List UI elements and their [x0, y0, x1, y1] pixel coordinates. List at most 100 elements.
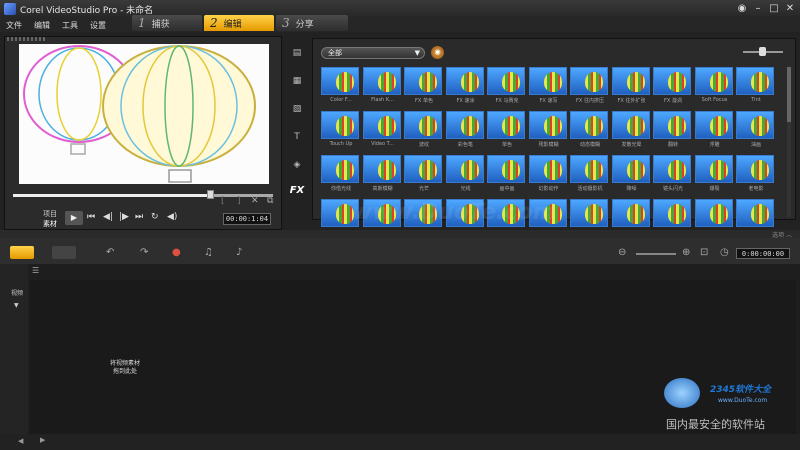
filter-item[interactable]: 爆裂: [694, 155, 735, 192]
filter-item[interactable]: 光线: [445, 155, 486, 192]
storyboard-view-button[interactable]: [10, 246, 34, 259]
timeline-timecode[interactable]: 0:00:00:00: [736, 248, 790, 259]
filter-item[interactable]: 降噪: [611, 155, 652, 192]
split-icon[interactable]: ✕: [251, 196, 259, 206]
filter-item[interactable]: 光芒: [404, 155, 444, 192]
mark-in-icon[interactable]: [: [221, 196, 225, 206]
panel-grip[interactable]: [7, 37, 47, 41]
repeat-icon[interactable]: ↻: [151, 212, 159, 222]
filter-item[interactable]: FX 速涂: [445, 67, 486, 104]
track-list-icon[interactable]: ☰: [32, 266, 39, 275]
filter-thumbnail: [736, 199, 774, 227]
filter-item[interactable]: FX 往内挤压: [570, 67, 610, 104]
home-icon[interactable]: ⏮: [87, 212, 95, 222]
media-icon[interactable]: ▤: [288, 46, 306, 60]
filter-item[interactable]: [653, 199, 693, 229]
filter-item[interactable]: 幻影动作: [528, 155, 569, 192]
filter-item[interactable]: FX 往外扩张: [611, 67, 652, 104]
menu-tools[interactable]: 工具: [56, 20, 84, 31]
auto-music-icon[interactable]: ♪: [236, 247, 242, 258]
enlarge-icon[interactable]: ⧉: [267, 196, 273, 206]
redo-icon[interactable]: ↷: [140, 247, 148, 258]
filter-item[interactable]: 发散光晕: [611, 111, 652, 148]
filter-item[interactable]: [736, 199, 776, 229]
filter-item[interactable]: 波纹: [404, 111, 444, 148]
scrub-bar[interactable]: [13, 190, 273, 199]
filter-item[interactable]: FX 漩涡: [653, 67, 693, 104]
mode-clip[interactable]: 素材: [43, 219, 57, 229]
fit-project-icon[interactable]: ⊡: [700, 247, 708, 258]
play-button[interactable]: ▶: [65, 211, 83, 225]
volume-icon[interactable]: ◀): [167, 212, 177, 222]
filter-item[interactable]: [570, 199, 610, 229]
preview-timecode[interactable]: 00:00:1:04: [223, 213, 271, 225]
prev-frame-icon[interactable]: ◀|: [103, 212, 113, 222]
filter-item[interactable]: FX 单色: [404, 67, 444, 104]
filter-item[interactable]: Tint: [736, 67, 776, 103]
filter-item[interactable]: 镜头闪光: [653, 155, 693, 192]
filter-item[interactable]: 活动摄影机: [570, 155, 610, 192]
filter-item[interactable]: FX 马赛克: [487, 67, 527, 104]
close-button[interactable]: ✕: [782, 1, 798, 17]
zoom-in-icon[interactable]: ⊕: [682, 247, 690, 258]
filter-item[interactable]: [694, 199, 735, 229]
tab-capture[interactable]: 1 捕获: [132, 15, 202, 31]
filter-item[interactable]: 翻转: [653, 111, 693, 148]
menu-edit[interactable]: 编辑: [28, 20, 56, 31]
category-select[interactable]: 全部 ▼: [321, 47, 425, 59]
filter-item[interactable]: 彩色笔: [445, 111, 486, 148]
thumb-size-handle[interactable]: [759, 47, 766, 56]
filter-item[interactable]: 动态模糊: [570, 111, 610, 148]
graphic-icon[interactable]: ◈: [288, 158, 306, 172]
scroll-right-icon[interactable]: ▶: [40, 436, 45, 444]
scroll-left-icon[interactable]: ◀: [18, 437, 23, 445]
filter-item[interactable]: 残影模糊: [528, 111, 569, 148]
instant-project-icon[interactable]: ▦: [288, 74, 306, 88]
mode-project[interactable]: 项目: [43, 209, 57, 219]
undo-icon[interactable]: ↶: [106, 247, 114, 258]
filter-item[interactable]: 油画: [736, 111, 776, 148]
browse-icon[interactable]: ◉: [431, 46, 444, 59]
menu-settings[interactable]: 设置: [84, 20, 112, 31]
library-scrollbar[interactable]: [787, 67, 791, 217]
filter-item[interactable]: 浮雕: [694, 111, 735, 148]
filter-item[interactable]: Video T...: [362, 111, 403, 147]
chevron-down-icon[interactable]: ▼: [14, 302, 19, 309]
record-icon[interactable]: ●: [172, 247, 181, 258]
tab-edit[interactable]: 2 编辑: [204, 15, 274, 31]
scrub-handle[interactable]: [207, 190, 214, 199]
transition-icon[interactable]: ▧: [288, 102, 306, 116]
filter-item[interactable]: 你借光线: [321, 155, 361, 192]
filter-thumbnail: [611, 199, 650, 227]
filter-item[interactable]: 画中画: [487, 155, 527, 192]
filter-thumbnail: [404, 155, 442, 183]
minimize-button[interactable]: –: [750, 1, 766, 17]
mark-out-icon[interactable]: ]: [237, 196, 241, 206]
tab-share[interactable]: 3 分享: [276, 15, 348, 31]
timeline-view-button[interactable]: [52, 246, 76, 259]
filter-label: FX 漩涡: [664, 98, 682, 104]
help-icon[interactable]: ◉: [734, 1, 750, 17]
menu-file[interactable]: 文件: [0, 20, 28, 31]
title-icon[interactable]: T: [288, 130, 306, 144]
filter-item[interactable]: 单色: [487, 111, 527, 148]
filter-fx-icon[interactable]: FX: [288, 184, 306, 198]
filter-item[interactable]: Flash K...: [362, 67, 403, 103]
zoom-out-icon[interactable]: ⊖: [618, 247, 626, 258]
filter-thumbnail: [487, 155, 525, 183]
filter-item[interactable]: [611, 199, 652, 229]
library-scrollbar-thumb[interactable]: [787, 67, 791, 122]
maximize-button[interactable]: □: [766, 1, 782, 17]
filter-label: 浮雕: [709, 142, 720, 148]
filter-item[interactable]: Color F...: [321, 67, 361, 103]
filter-item[interactable]: 老电影: [736, 155, 776, 192]
filter-thumbnail: [611, 155, 650, 183]
end-icon[interactable]: ⏭: [135, 212, 143, 222]
filter-item[interactable]: Touch Up: [321, 111, 361, 147]
filter-item[interactable]: FX 速写: [528, 67, 569, 104]
timeline-zoom-slider[interactable]: [636, 253, 676, 255]
filter-item[interactable]: Soft Focus: [694, 67, 735, 103]
next-frame-icon[interactable]: |▶: [119, 212, 129, 222]
filter-item[interactable]: 高斯模糊: [362, 155, 403, 192]
audio-mixer-icon[interactable]: ♫: [204, 247, 213, 258]
